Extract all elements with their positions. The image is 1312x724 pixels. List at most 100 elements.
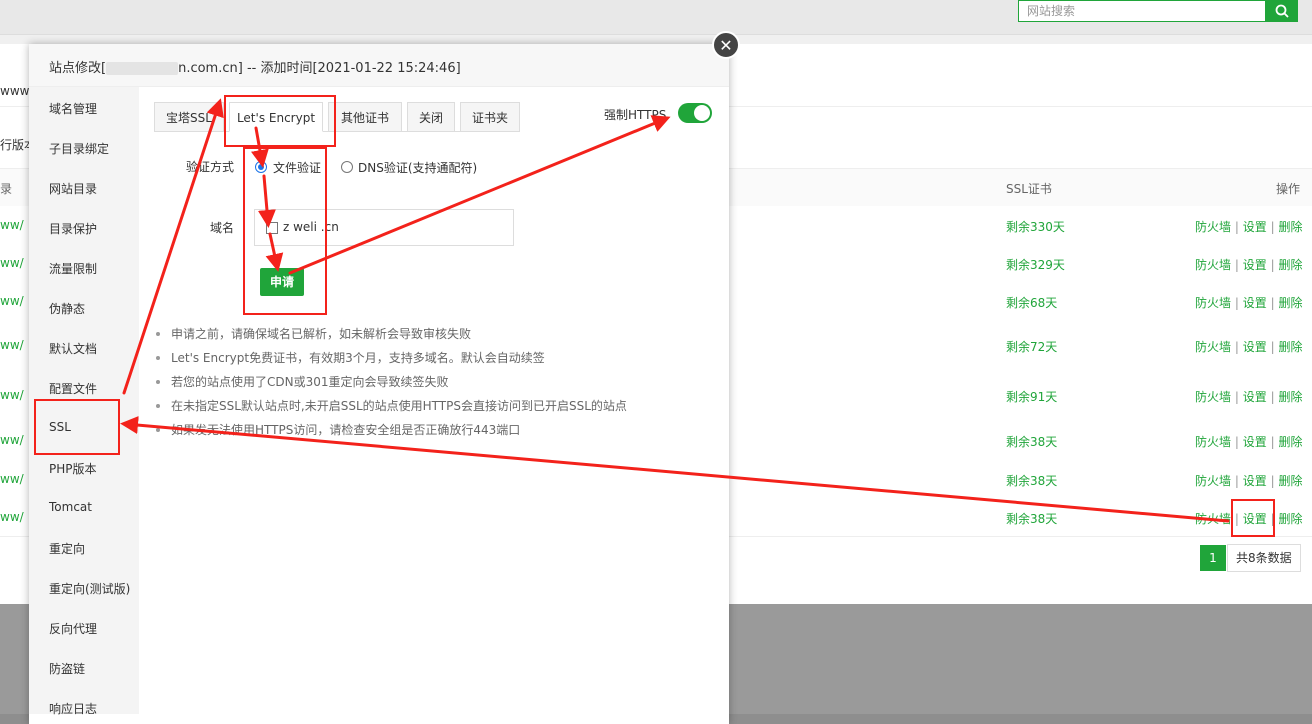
tab-baota-ssl[interactable]: 宝塔SSL [154,102,224,132]
firewall-link[interactable]: 防火墙 [1195,474,1231,488]
radio-dns-verify[interactable] [341,161,353,173]
separator: | [1234,390,1239,404]
highlight-ssl-menu [34,399,120,455]
separator: | [1234,435,1239,449]
separator: | [1270,258,1275,272]
settings-link[interactable]: 设置 [1243,220,1267,234]
site-link[interactable]: ww/ [0,472,24,486]
row-operations: 防火墙 | 设置 | 删除 [1195,472,1302,489]
search-icon[interactable] [1266,0,1298,22]
delete-link[interactable]: 删除 [1278,390,1302,404]
site-link[interactable]: ww/ [0,294,24,308]
separator: | [1270,435,1275,449]
settings-link[interactable]: 设置 [1243,258,1267,272]
delete-link[interactable]: 删除 [1278,258,1302,272]
separator: | [1234,220,1239,234]
page-total: 共8条数据 [1227,544,1301,572]
ssl-remaining: 剩余68天 [1006,296,1058,310]
verify-method-label: 验证方式 [186,160,235,174]
sidebar-item-11[interactable]: 重定向 [49,540,85,557]
separator: | [1270,220,1275,234]
site-link[interactable]: ww/ [0,218,24,232]
sidebar-item-13[interactable]: 反向代理 [49,620,97,637]
tab-cert-folder[interactable]: 证书夹 [460,102,520,132]
delete-link[interactable]: 删除 [1278,512,1302,526]
left-fragment: 录 [0,182,13,196]
sidebar-item-15[interactable]: 响应日志 [49,700,97,717]
separator: | [1270,474,1275,488]
firewall-link[interactable]: 防火墙 [1195,390,1231,404]
ssl-remaining: 剩余329天 [1006,258,1065,272]
toggle-knob [694,105,710,121]
separator: | [1270,340,1275,354]
settings-link[interactable]: 设置 [1243,435,1267,449]
highlight-settings-link [1231,499,1275,537]
sidebar-item-10[interactable]: Tomcat [49,500,92,514]
modal-title: 站点修改[n.com.cn] -- 添加时间[2021-01-22 15:24:… [49,57,461,76]
modal-header: 站点修改[n.com.cn] -- 添加时间[2021-01-22 15:24:… [29,44,729,87]
ssl-remaining: 剩余38天 [1006,474,1058,488]
column-header-ssl: SSL证书 [1006,182,1052,196]
row-operations: 防火墙 | 设置 | 删除 [1195,388,1302,405]
sidebar-item-9[interactable]: PHP版本 [49,460,97,477]
close-icon[interactable]: ✕ [712,31,740,59]
sidebar-item-4[interactable]: 流量限制 [49,260,97,277]
settings-link[interactable]: 设置 [1243,296,1267,310]
delete-link[interactable]: 删除 [1278,296,1302,310]
sidebar-item-12[interactable]: 重定向(测试版) [49,580,130,597]
site-search-input[interactable]: 网站搜索 [1018,0,1266,22]
firewall-link[interactable]: 防火墙 [1195,258,1231,272]
settings-link[interactable]: 设置 [1243,390,1267,404]
separator: | [1234,296,1239,310]
sidebar-item-0[interactable]: 域名管理 [49,100,97,117]
separator: | [1234,258,1239,272]
sidebar-item-14[interactable]: 防盗链 [49,660,85,677]
delete-link[interactable]: 删除 [1278,220,1302,234]
site-link[interactable]: ww/ [0,388,24,402]
dns-verify-label: DNS验证(支持通配符) [358,161,478,175]
sidebar-item-7[interactable]: 配置文件 [49,380,97,397]
row-operations: 防火墙 | 设置 | 删除 [1195,338,1302,355]
tab-other-cert[interactable]: 其他证书 [328,102,402,132]
sidebar-item-2[interactable]: 网站目录 [49,180,97,197]
highlight-lets-encrypt-tab [224,95,336,147]
notes-list: 申请之前，请确保域名已解析，如未解析会导致审核失败 Let's Encrypt免… [156,327,627,447]
firewall-link[interactable]: 防火墙 [1195,435,1231,449]
sidebar-item-5[interactable]: 伪静态 [49,300,85,317]
sidebar-item-3[interactable]: 目录保护 [49,220,97,237]
note-item: Let's Encrypt免费证书，有效期3个月，支持多域名。默认会自动续签 [156,351,627,375]
site-link[interactable]: ww/ [0,433,24,447]
tab-close[interactable]: 关闭 [407,102,455,132]
separator: | [1270,390,1275,404]
page-number[interactable]: 1 [1200,545,1226,571]
ssl-remaining: 剩余38天 [1006,435,1058,449]
sidebar-item-6[interactable]: 默认文档 [49,340,97,357]
separator: | [1270,296,1275,310]
row-operations: 防火墙 | 设置 | 删除 [1195,256,1302,273]
ssl-remaining: 剩余72天 [1006,340,1058,354]
delete-link[interactable]: 删除 [1278,474,1302,488]
firewall-link[interactable]: 防火墙 [1195,296,1231,310]
force-https-label: 强制HTTPS [604,108,667,122]
force-https-toggle[interactable] [678,103,712,123]
row-operations: 防火墙 | 设置 | 删除 [1195,218,1302,235]
domain-label: 域名 [210,221,235,235]
site-link[interactable]: ww/ [0,338,24,352]
note-item: 申请之前，请确保域名已解析，如未解析会导致审核失败 [156,327,627,351]
settings-link[interactable]: 设置 [1243,340,1267,354]
delete-link[interactable]: 删除 [1278,435,1302,449]
note-item: 若您的站点使用了CDN或301重定向会导致续签失败 [156,375,627,399]
row-operations: 防火墙 | 设置 | 删除 [1195,294,1302,311]
separator: | [1234,340,1239,354]
firewall-link[interactable]: 防火墙 [1195,512,1231,526]
delete-link[interactable]: 删除 [1278,340,1302,354]
column-header-operations: 操作 [1276,182,1301,196]
highlight-form-area [243,147,327,315]
site-link[interactable]: ww/ [0,510,24,524]
sidebar-item-1[interactable]: 子目录绑定 [49,140,109,157]
site-link[interactable]: ww/ [0,256,24,270]
title-suffix: n.com.cn] -- 添加时间[2021-01-22 15:24:46] [178,61,461,76]
firewall-link[interactable]: 防火墙 [1195,340,1231,354]
settings-link[interactable]: 设置 [1243,474,1267,488]
firewall-link[interactable]: 防火墙 [1195,220,1231,234]
